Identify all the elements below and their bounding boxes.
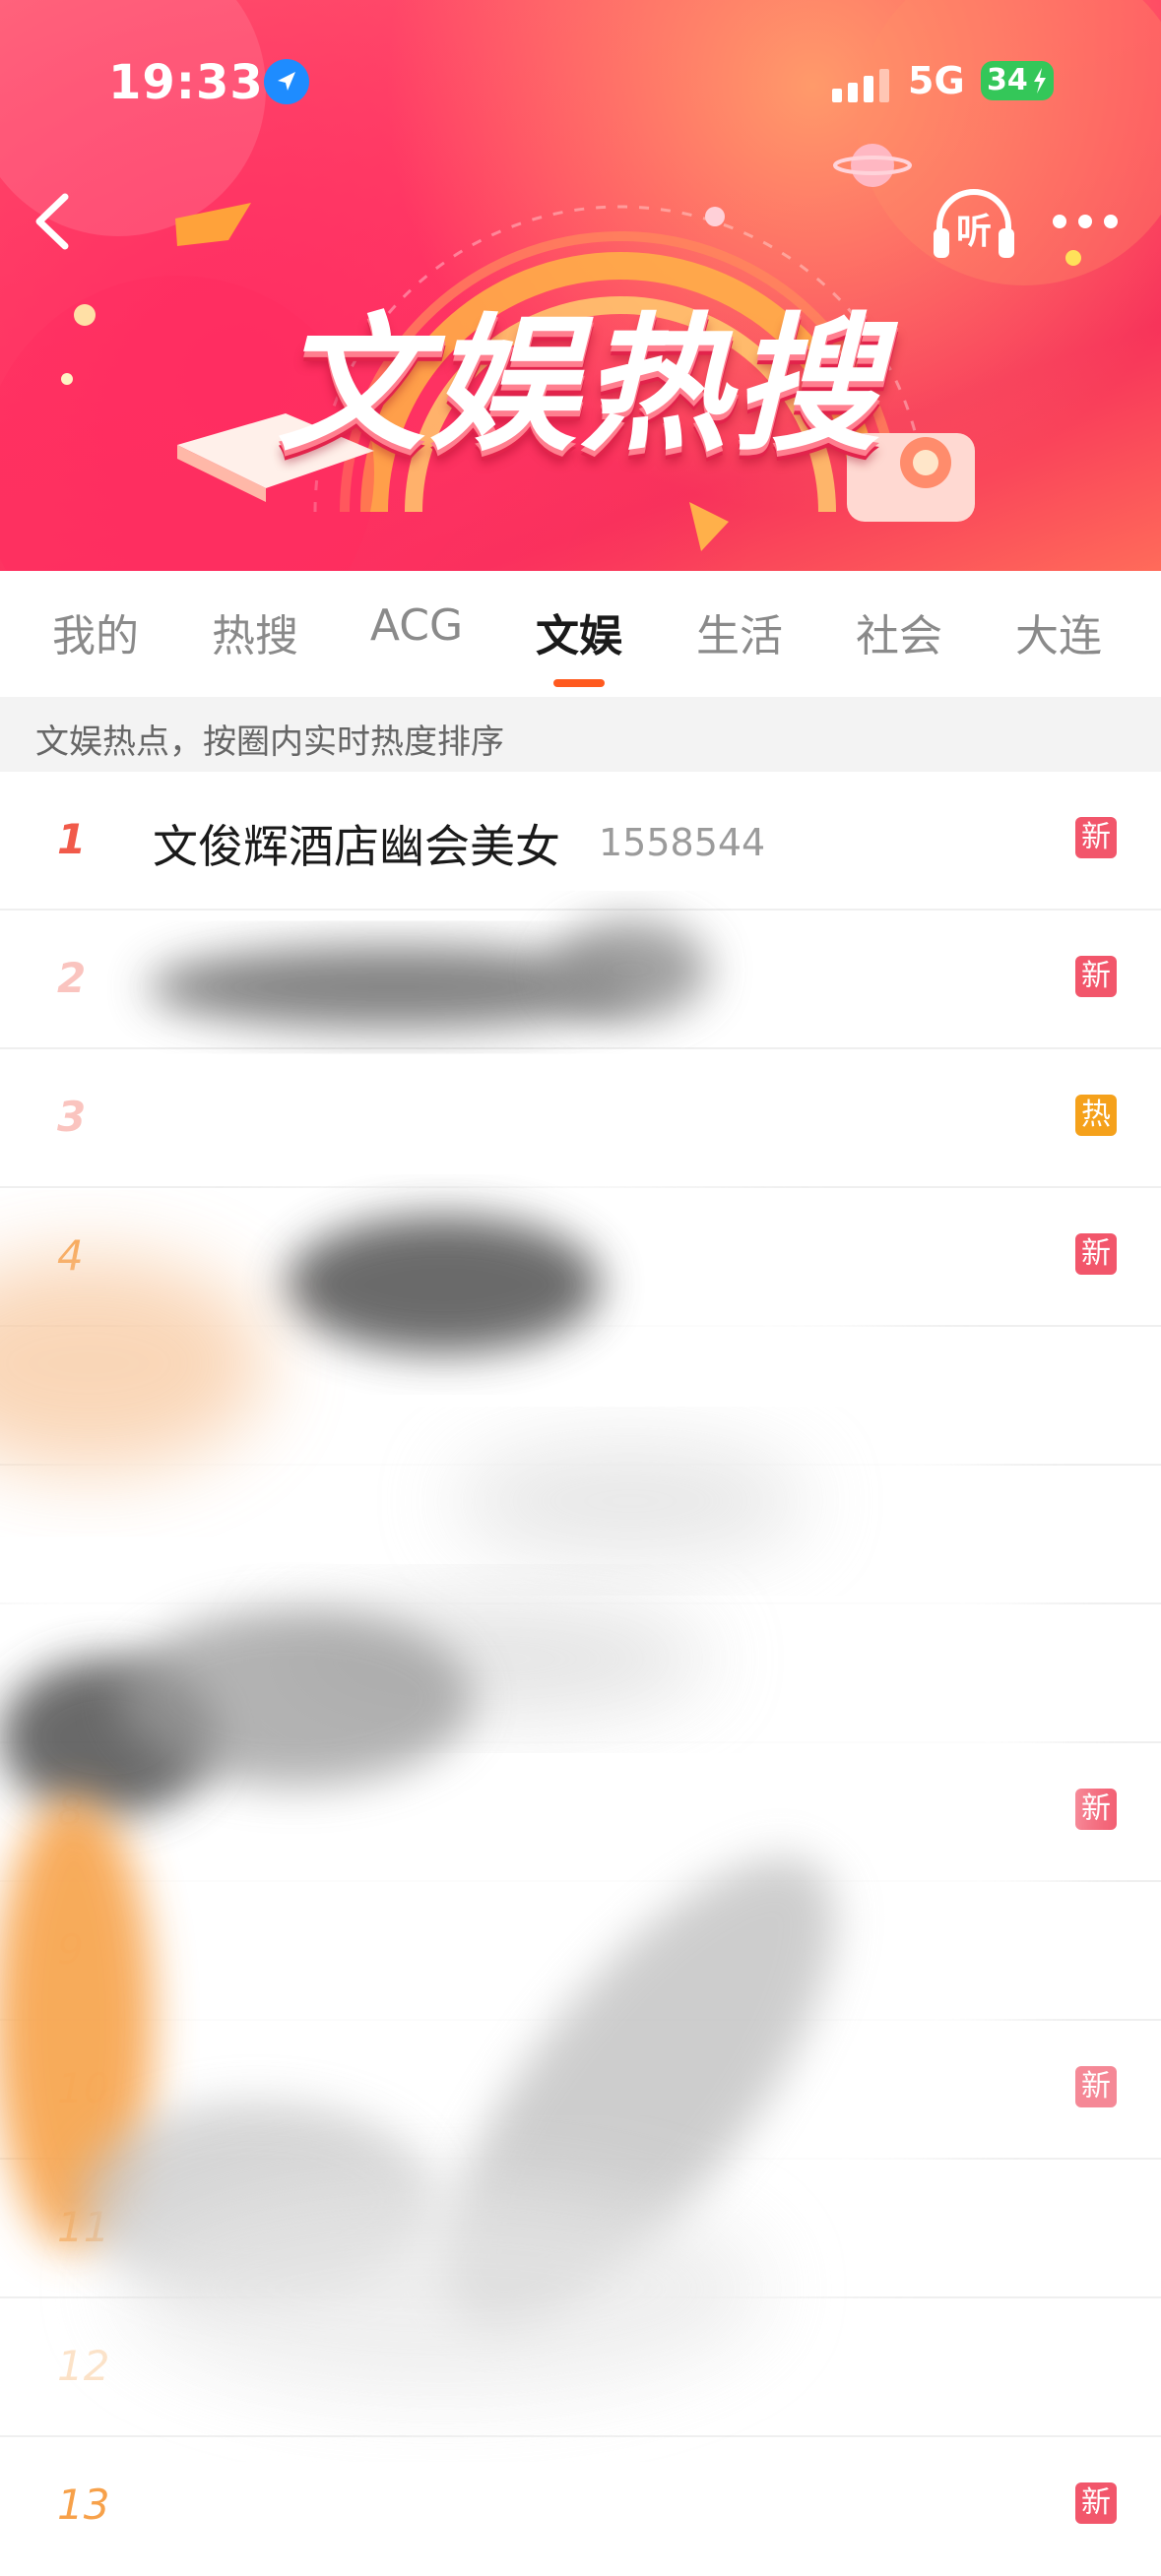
badge-new: 新 (1075, 1789, 1117, 1830)
rank-number: 2 (57, 954, 87, 1002)
rank-number: 11 (57, 2203, 110, 2251)
rank-number: 9 (57, 1925, 84, 1974)
list-item[interactable]: 1 文俊辉酒店幽会美女 1558544 新 (0, 772, 1161, 911)
list-item[interactable]: 2 新 (0, 911, 1161, 1049)
list-item[interactable]: 8 新 (0, 1743, 1161, 1882)
list-item[interactable]: 4 新 (0, 1188, 1161, 1327)
signal-icon (832, 69, 889, 102)
tab-hot-search[interactable]: 热搜 (181, 600, 329, 669)
rank-number: 13 (57, 2481, 110, 2529)
rank-number: 8 (57, 1787, 84, 1835)
active-tab-indicator (553, 679, 605, 687)
tab-society[interactable]: 社会 (825, 600, 973, 669)
badge-hot: 热 (1075, 1095, 1117, 1136)
badge-new: 新 (1075, 1233, 1117, 1275)
list-item[interactable]: 9 (0, 1882, 1161, 2021)
badge-new: 新 (1075, 956, 1117, 997)
listen-button[interactable]: 听 (930, 185, 1018, 264)
badge-new: 新 (1075, 2066, 1117, 2107)
more-button[interactable] (1046, 202, 1125, 241)
header-banner: 19:33 5G 34 听 文娱热搜 (0, 0, 1161, 571)
tab-acg[interactable]: ACG (343, 600, 490, 669)
list-item[interactable]: 10 新 (0, 2021, 1161, 2160)
hot-search-list: 1 文俊辉酒店幽会美女 1558544 新 2 新 3 热 4 新 8 新 9 … (0, 772, 1161, 2529)
rank-number: 4 (57, 1231, 84, 1280)
ranking-notice: 文娱热点，按圈内实时热度排序 (0, 697, 1161, 772)
badge-new: 新 (1075, 2482, 1117, 2524)
page-title: 文娱热搜 (277, 300, 884, 471)
battery-indicator: 34 (981, 61, 1054, 100)
more-dots-icon (1053, 215, 1118, 228)
list-item[interactable] (0, 1327, 1161, 1466)
item-heat-count: 1558544 (599, 821, 766, 864)
rank-number: 10 (57, 2064, 110, 2112)
chevron-left-icon (35, 193, 69, 250)
tab-entertainment[interactable]: 文娱 (505, 600, 653, 669)
tab-mine[interactable]: 我的 (22, 600, 169, 669)
tab-dalian[interactable]: 大连 (985, 600, 1132, 669)
list-item[interactable]: 3 热 (0, 1049, 1161, 1188)
list-item[interactable] (0, 1604, 1161, 1743)
charging-icon (1034, 68, 1046, 94)
rank-number: 12 (57, 2342, 110, 2390)
battery-level: 34 (987, 63, 1028, 97)
back-button[interactable] (20, 187, 89, 256)
rank-number: 1 (57, 815, 87, 863)
list-item[interactable]: 11 (0, 2160, 1161, 2298)
location-arrow-icon (264, 59, 309, 104)
item-title[interactable]: 文俊辉酒店幽会美女 (153, 811, 560, 876)
list-item[interactable]: 13 新 (0, 2437, 1161, 2576)
tab-life[interactable]: 生活 (666, 600, 813, 669)
badge-new: 新 (1075, 817, 1117, 858)
network-type: 5G (908, 59, 965, 102)
status-time: 19:33 (108, 55, 264, 110)
listen-label: 听 (955, 212, 992, 252)
status-bar: 19:33 5G 34 (0, 0, 1161, 167)
category-tabs: 我的 热搜 ACG 文娱 生活 社会 大连 (0, 571, 1161, 697)
rank-number: 3 (57, 1093, 87, 1141)
notice-text: 文娱热点，按圈内实时热度排序 (35, 723, 504, 762)
list-item[interactable] (0, 1466, 1161, 1604)
list-item[interactable]: 12 (0, 2298, 1161, 2437)
